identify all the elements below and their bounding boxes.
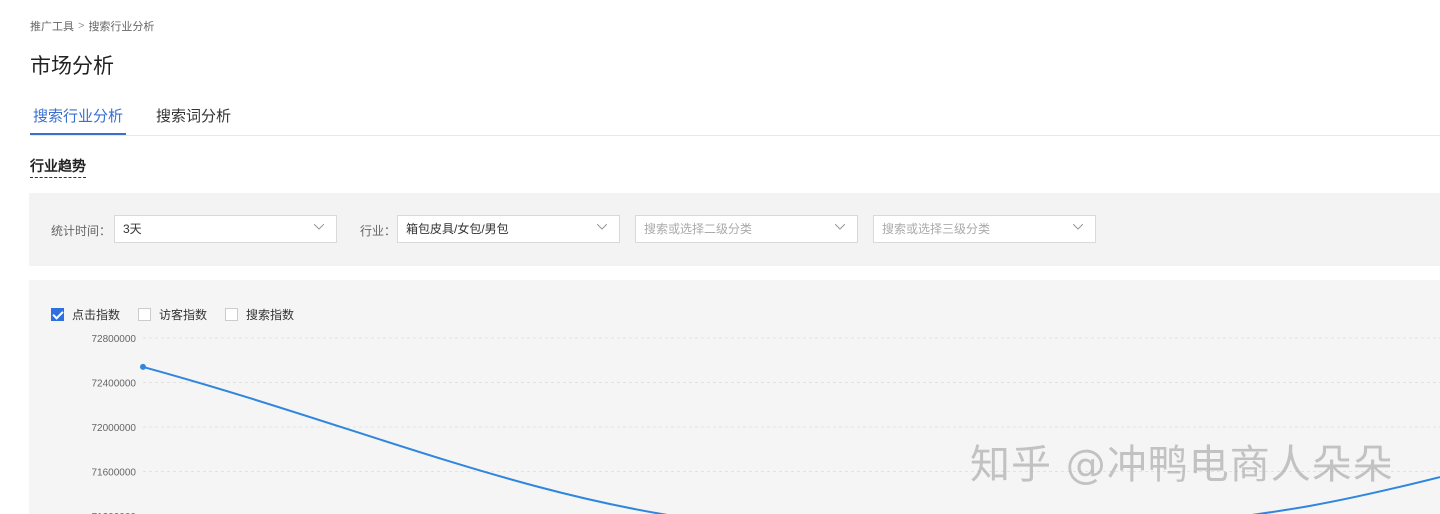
level3-placeholder: 搜索或选择三级分类 bbox=[882, 222, 991, 236]
watermark-text: 知乎 @冲鸭电商人朵朵 bbox=[970, 442, 1394, 488]
tab-bar: 搜索行业分析 搜索词分析 bbox=[30, 104, 1440, 136]
chevron-down-icon bbox=[314, 224, 324, 230]
breadcrumb-separator: > bbox=[78, 20, 85, 32]
tab-search-term-analysis[interactable]: 搜索词分析 bbox=[153, 104, 234, 133]
chevron-down-icon bbox=[597, 224, 607, 230]
breadcrumb-item-current: 搜索行业分析 bbox=[88, 21, 155, 33]
filter-panel: 统计时间： 3天 行业： 箱包皮具/女包/男包 搜索或选择二级分类 搜索或选择三… bbox=[29, 193, 1440, 266]
time-select[interactable]: 3天 bbox=[114, 215, 337, 243]
y-tick-label: 71600000 bbox=[92, 468, 137, 479]
industry-select[interactable]: 箱包皮具/女包/男包 bbox=[397, 215, 620, 243]
y-tick-label: 72400000 bbox=[92, 379, 137, 390]
level2-placeholder: 搜索或选择二级分类 bbox=[644, 222, 753, 236]
chart-panel: 点击指数 访客指数 搜索指数 72800000 72400000 72000000 7… bbox=[29, 280, 1440, 514]
time-label: 统计时间： bbox=[51, 224, 112, 238]
breadcrumb-item-tools[interactable]: 推广工具 bbox=[30, 18, 74, 34]
time-select-value: 3天 bbox=[123, 222, 142, 236]
level3-category-select[interactable]: 搜索或选择三级分类 bbox=[873, 215, 1096, 243]
chevron-down-icon bbox=[835, 224, 845, 230]
industry-label: 行业： bbox=[360, 224, 397, 238]
y-tick-label: 72000000 bbox=[92, 423, 137, 434]
section-title: 行业趋势 bbox=[30, 157, 86, 178]
level2-category-select[interactable]: 搜索或选择二级分类 bbox=[635, 215, 858, 243]
breadcrumb: 推广工具 > 搜索行业分析 bbox=[30, 18, 154, 34]
tab-search-industry-analysis[interactable]: 搜索行业分析 bbox=[30, 104, 127, 135]
industry-select-value: 箱包皮具/女包/男包 bbox=[406, 222, 509, 236]
y-tick-label: 72800000 bbox=[92, 334, 137, 345]
chevron-down-icon bbox=[1073, 224, 1083, 230]
page-title: 市场分析 bbox=[30, 55, 114, 78]
data-point[interactable] bbox=[140, 363, 146, 370]
